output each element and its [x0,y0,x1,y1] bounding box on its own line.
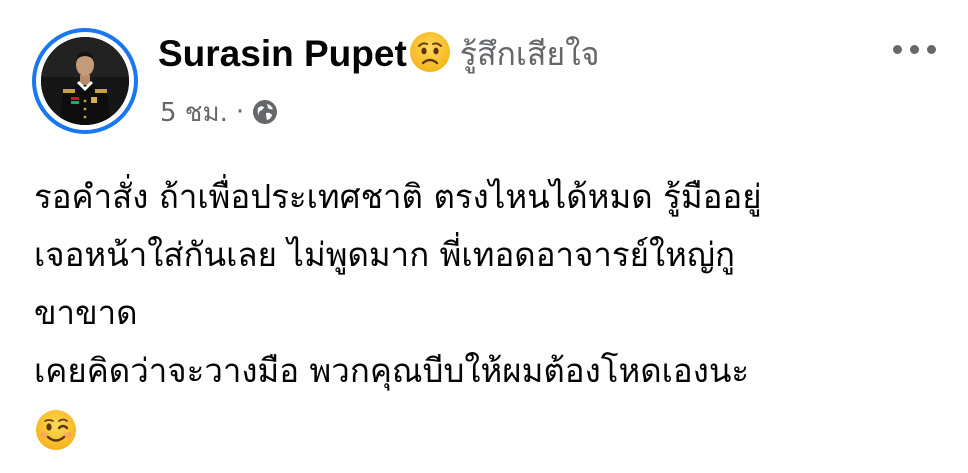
post-body-line: รอคำสั่ง ถ้าเพื่อประเทศชาติ ตรงไหนได้หมด… [34,177,762,216]
post-body: รอคำสั่ง ถ้าเพื่อประเทศชาติ ตรงไหนได้หมด… [34,168,954,458]
more-options-dot [909,44,919,54]
more-options-icon [892,44,902,54]
author-name[interactable]: Surasin Pupet [158,33,407,75]
post-body-line: ขาขาด [34,293,138,332]
globe-icon [252,99,278,125]
post-meta: 5 ชม. · [160,92,278,132]
author-avatar[interactable] [32,28,138,134]
post-body-line: เคยคิดว่าจะวางมือ พวกคุณบีบให้ผมต้องโหดเ… [34,351,750,390]
post-header: Surasin Pupet รู้สึกเสียใจ [158,24,599,84]
winking-face-icon [34,408,78,452]
avatar-photo [41,37,129,125]
feeling-text: รู้สึกเสียใจ [459,34,600,73]
more-options-dot [926,44,936,54]
post-body-line: เจอหน้าใส่กันเลย ไม่พูดมาก พี่เทอดอาจารย… [34,235,735,274]
facebook-post: Surasin Pupet รู้สึกเสียใจ 5 ชม. · รอคำส… [0,0,968,473]
worried-face-icon [408,30,452,78]
post-timestamp[interactable]: 5 ชม. [160,92,228,133]
more-options-button[interactable] [882,32,946,66]
meta-separator: · [235,97,245,127]
post-body-emoji-line [34,400,954,458]
